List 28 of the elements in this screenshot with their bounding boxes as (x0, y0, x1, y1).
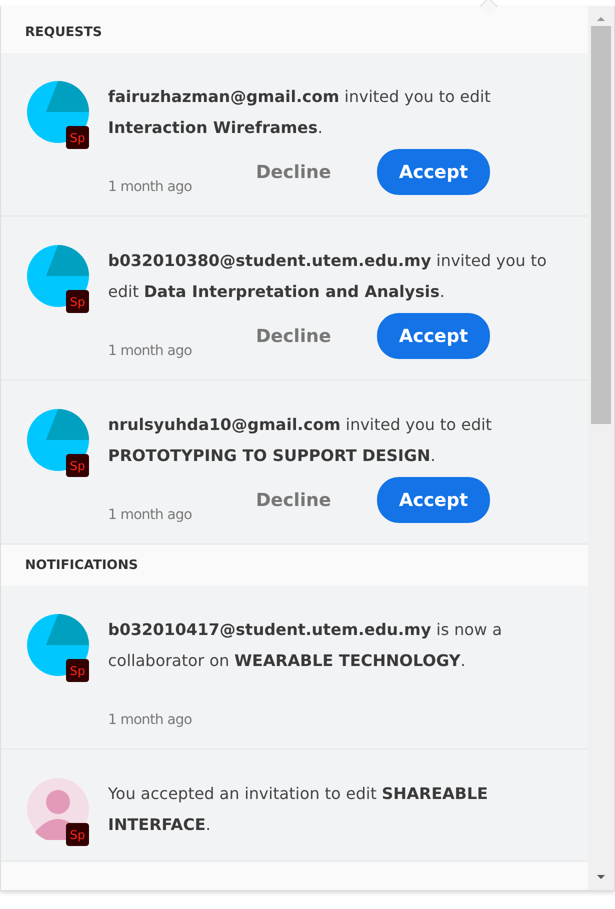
app-badge: Sp (66, 454, 89, 477)
pie-avatar-icon (27, 409, 89, 471)
scroll-down-icon[interactable] (596, 872, 606, 882)
notification-message: b032010417@student.utem.edu.my is now a collaborator on WEARABLE TECHNOLOGY. (108, 619, 504, 672)
notification-message: nrulsyuhda10@gmail.com invited you to edit PROTOTYPING TO SUPPORT DESIGN. (108, 414, 493, 467)
timestamp: 1 month ago (108, 712, 192, 728)
notification-message: b032010380@student.utem.edu.my invited you to edit Data Interpretation and Analysis. (108, 250, 548, 303)
pie-avatar-icon (27, 245, 89, 307)
accept-button[interactable]: Accept (377, 149, 490, 195)
timestamp: 1 month ago (108, 343, 192, 359)
accept-button[interactable]: Accept (377, 477, 490, 523)
notification-message: You accepted an invitation to edit SHAREABLE INTERFACE. (108, 783, 489, 836)
app-badge: Sp (66, 290, 89, 313)
pie-avatar-icon (27, 81, 89, 143)
timestamp: 1 month ago (108, 507, 192, 523)
app-badge: Sp (66, 823, 89, 846)
decline-button[interactable]: Decline (256, 149, 332, 195)
app-badge: Sp (66, 659, 89, 682)
decline-button[interactable]: Decline (256, 477, 332, 523)
pie-avatar-icon (27, 614, 89, 676)
timestamp: 1 month ago (108, 179, 192, 195)
scrollbar[interactable] (588, 6, 614, 890)
decline-button[interactable]: Decline (256, 313, 332, 359)
scrollbar-thumb[interactable] (591, 26, 611, 424)
scroll-up-icon[interactable] (596, 14, 606, 24)
app-badge: Sp (66, 126, 89, 149)
accept-button[interactable]: Accept (377, 313, 490, 359)
notification-message: fairuzhazman@gmail.com invited you to edit Interaction Wireframes. (108, 86, 492, 139)
